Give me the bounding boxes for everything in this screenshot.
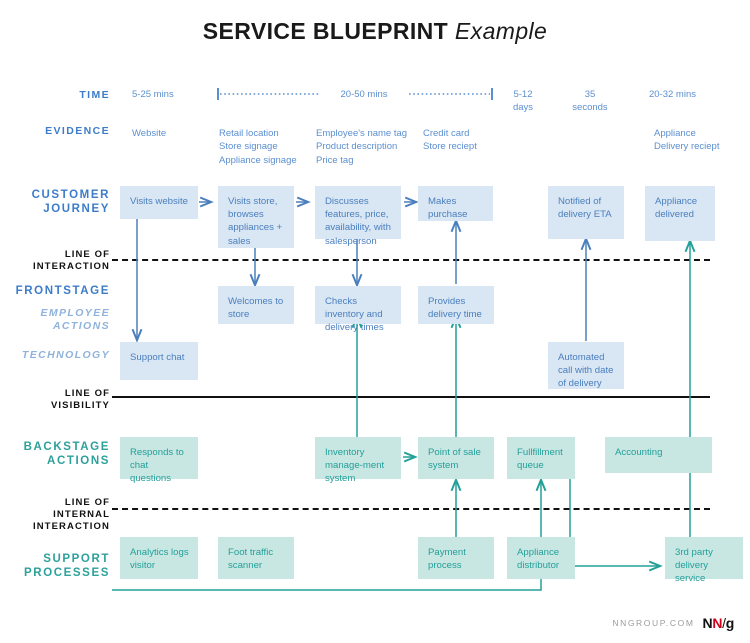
employee-actions-box-2[interactable]: Provides delivery time — [418, 286, 494, 324]
time-value-4: 20-32 mins — [649, 89, 696, 100]
row-label-line-of-visibility: LINE OF VISIBILITY — [50, 388, 110, 411]
evidence-value-4: Appliance Delivery reciept — [654, 128, 720, 153]
backstage-box-4[interactable]: Accounting — [605, 437, 712, 473]
time-value-2: 5-12 days — [512, 89, 534, 113]
footer: NNGROUP.COM NN/g — [612, 615, 734, 631]
technology-box-0[interactable]: Support chat — [120, 342, 198, 380]
backstage-box-1[interactable]: Inventory manage-ment system — [315, 437, 401, 484]
backstage-box-2[interactable]: Point of sale system — [418, 437, 494, 479]
time-value-3: 35 seconds — [572, 89, 608, 113]
row-label-technology: TECHNOLOGY — [21, 349, 110, 361]
line-of-internal-interaction-separator — [112, 508, 710, 510]
evidence-value-1: Retail location Store signage Appliance … — [219, 128, 297, 166]
line-of-visibility-separator — [112, 396, 710, 398]
page-title: SERVICE BLUEPRINT Example — [0, 18, 750, 45]
support-box-4[interactable]: 3rd party delivery service — [665, 537, 743, 584]
backstage-box-3[interactable]: Fullfillment queue — [507, 437, 575, 479]
logo-n1: N — [702, 615, 713, 631]
technology-box-1[interactable]: Automated call with date of delivery — [548, 342, 624, 389]
employee-actions-box-1[interactable]: Checks inventory and delivery times — [315, 286, 401, 333]
footer-domain: NNGROUP.COM — [612, 618, 695, 628]
row-label-line-of-internal-interaction: LINE OF INTERNAL INTERACTION — [32, 497, 110, 532]
customer-journey-box-5[interactable]: Appliance delivered — [645, 186, 715, 241]
row-label-evidence: EVIDENCE — [45, 125, 110, 137]
customer-journey-box-2[interactable]: Discusses features, price, availability,… — [315, 186, 401, 247]
customer-journey-box-0[interactable]: Visits website — [120, 186, 198, 219]
support-box-0[interactable]: Analytics logs visitor — [120, 537, 198, 579]
time-value-1: 20-50 mins — [320, 89, 408, 102]
service-blueprint-diagram: SERVICE BLUEPRINT Example TIME EVIDENCE … — [0, 0, 750, 643]
row-label-time: TIME — [79, 89, 110, 101]
row-label-customer-journey: CUSTOMER JOURNEY — [31, 189, 110, 216]
backstage-box-0[interactable]: Responds to chat questions — [120, 437, 198, 484]
evidence-value-2: Employee's name tag Product description … — [316, 128, 408, 166]
customer-journey-box-3[interactable]: Makes purchase — [418, 186, 493, 221]
support-box-3[interactable]: Appliance distributor — [507, 537, 575, 579]
customer-journey-box-4[interactable]: Notified of delivery ETA — [548, 186, 624, 239]
logo-n2: N — [712, 615, 723, 631]
line-of-interaction-separator — [112, 259, 710, 261]
customer-journey-box-1[interactable]: Visits store, browses appliances + sales — [218, 186, 294, 248]
title-main: SERVICE BLUEPRINT — [202, 18, 449, 44]
evidence-value-0: Website — [132, 128, 167, 139]
support-box-1[interactable]: Foot traffic scanner — [218, 537, 294, 579]
evidence-value-3: Credit card Store reciept — [423, 128, 477, 153]
time-value-0: 5-25 mins — [132, 89, 174, 100]
row-label-support-processes: SUPPORT PROCESSES — [24, 553, 110, 580]
title-italic: Example — [454, 18, 548, 44]
logo-g: g — [725, 615, 735, 631]
row-label-backstage-actions: BACKSTAGE ACTIONS — [23, 441, 110, 468]
row-label-frontstage: FRONTSTAGE — [15, 285, 110, 297]
employee-actions-box-0[interactable]: Welcomes to store — [218, 286, 294, 324]
support-box-2[interactable]: Payment process — [418, 537, 494, 579]
row-label-line-of-interaction: LINE OF INTERACTION — [32, 249, 110, 272]
row-label-employee-actions: EMPLOYEE ACTIONS — [40, 307, 110, 333]
nng-logo: NN/g — [702, 615, 735, 631]
